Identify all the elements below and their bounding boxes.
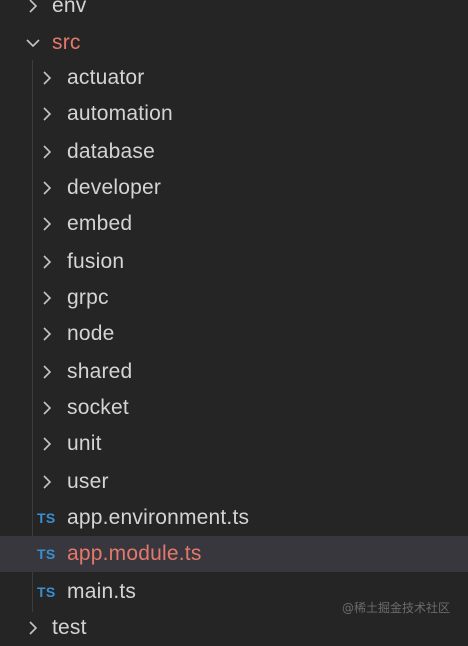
chevron-right-icon [40,255,54,269]
chevron-right-icon [40,71,54,85]
folder-label: fusion [67,250,125,273]
folder-label: embed [67,212,133,235]
folder-shared[interactable]: shared [0,354,468,390]
chevron-right-icon [40,437,54,451]
folder-unit[interactable]: unit [0,426,468,462]
folder-user[interactable]: user [0,464,468,500]
chevron-right-icon [40,217,54,231]
folder-label: actuator [67,66,145,89]
folder-label: unit [67,432,102,455]
folder-label: test [52,616,87,639]
folder-label: automation [67,102,173,125]
folder-developer[interactable]: developer [0,170,468,206]
chevron-down-icon [26,36,40,50]
chevron-right-icon [26,621,40,635]
folder-label: socket [67,396,129,419]
folder-label: node [67,322,115,345]
file-explorer-tree: env src actuator automation database dev… [0,0,468,639]
folder-actuator[interactable]: actuator [0,60,468,96]
chevron-right-icon [40,401,54,415]
watermark: @稀土掘金技术社区 [341,601,450,615]
folder-src[interactable]: src [0,25,468,61]
folder-label: grpc [67,286,109,309]
typescript-icon: TS [37,510,56,526]
file-label: app.environment.ts [67,506,250,529]
folder-database[interactable]: database [0,134,468,170]
folder-env[interactable]: env [0,0,468,24]
folder-label: src [52,31,81,54]
folder-label: shared [67,360,133,383]
typescript-icon: TS [37,584,56,600]
chevron-right-icon [40,291,54,305]
chevron-right-icon [40,107,54,121]
chevron-right-icon [40,365,54,379]
file-label: main.ts [67,580,137,603]
folder-label: env [52,0,87,17]
folder-socket[interactable]: socket [0,390,468,426]
typescript-icon: TS [37,546,56,562]
folder-fusion[interactable]: fusion [0,244,468,280]
file-app-environment-ts[interactable]: TS app.environment.ts [0,500,468,536]
folder-embed[interactable]: embed [0,206,468,242]
folder-label: database [67,140,156,163]
folder-grpc[interactable]: grpc [0,280,468,316]
chevron-right-icon [40,181,54,195]
folder-node[interactable]: node [0,316,468,352]
folder-label: user [67,470,109,493]
chevron-right-icon [40,475,54,489]
chevron-right-icon [26,0,40,13]
folder-label: developer [67,176,162,199]
file-app-module-ts[interactable]: TS app.module.ts [0,536,468,572]
file-label: app.module.ts [67,542,202,565]
chevron-right-icon [40,327,54,341]
folder-automation[interactable]: automation [0,96,468,132]
chevron-right-icon [40,145,54,159]
